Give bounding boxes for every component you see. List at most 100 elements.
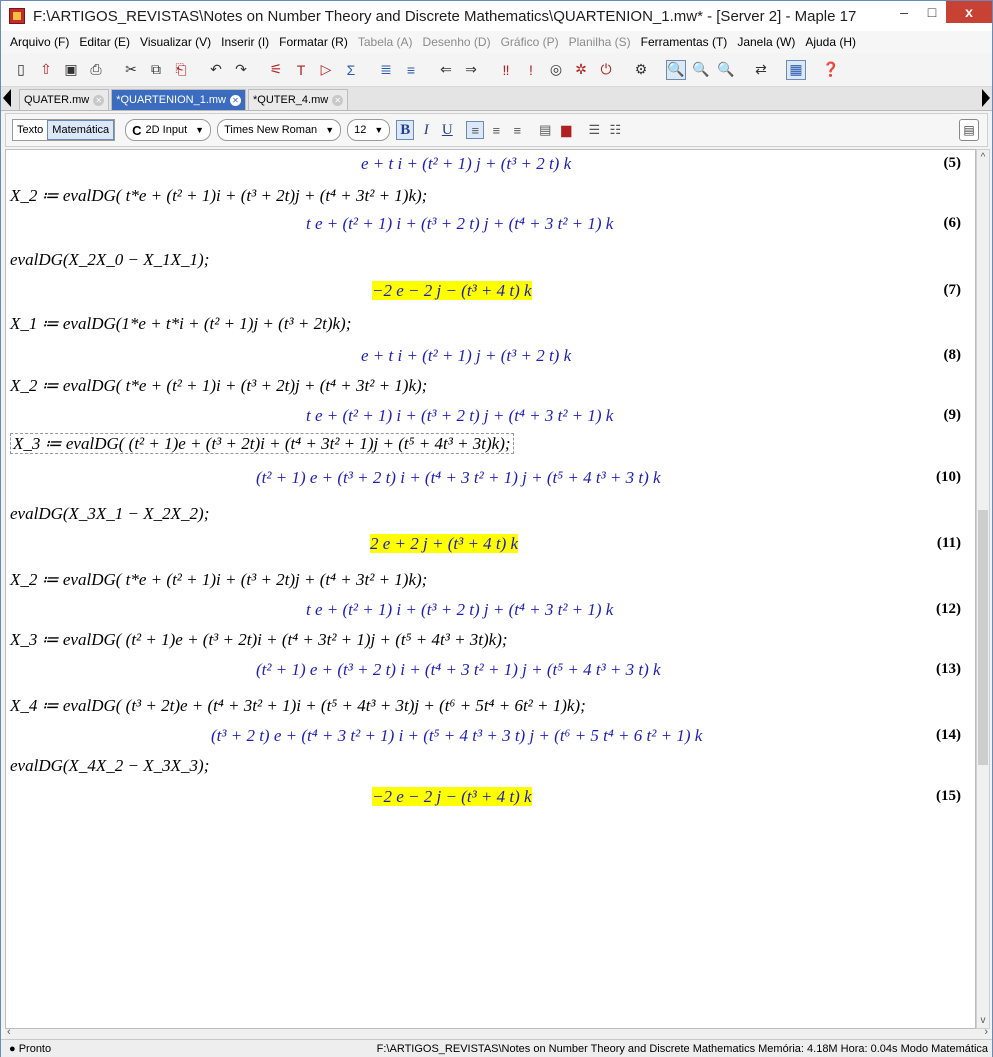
- undo-icon[interactable]: ↶: [206, 60, 226, 80]
- align-left-icon[interactable]: ≡: [466, 121, 485, 139]
- input-command[interactable]: X_4 ≔ evalDG( (t³ + 2t)e + (t⁴ + 3t² + 1…: [10, 694, 586, 718]
- output-text: 2 e + 2 j + (t³ + 4 t) k: [370, 534, 519, 553]
- zoom-150-icon[interactable]: 🔍: [691, 60, 711, 80]
- zoom-100-icon[interactable]: 🔍: [666, 59, 686, 80]
- underline-button[interactable]: U: [438, 120, 456, 140]
- document-tabs: QUATER.mw ✕ *QUARTENION_1.mw ✕ *QUTER_4.mw…: [1, 87, 992, 111]
- align-center-icon[interactable]: ≡: [487, 121, 505, 139]
- menu-janela[interactable]: Janela (W): [732, 35, 800, 49]
- menu-visualizar[interactable]: Visualizar (V): [135, 35, 216, 49]
- italic-button[interactable]: I: [417, 120, 435, 140]
- input-command[interactable]: evalDG(X_3X_1 − X_2X_2);: [10, 502, 209, 526]
- copy-icon[interactable]: ⧉: [146, 60, 166, 80]
- scroll-left-icon[interactable]: ‹: [7, 1026, 11, 1038]
- tab-label: *QUTER_4.mw: [253, 94, 329, 106]
- math-mode-button[interactable]: Matemática: [47, 120, 115, 140]
- equation-label: (10): [936, 469, 961, 485]
- output-text: (t³ + 2 t) e + (t⁴ + 3 t² + 1) i + (t⁵ +…: [211, 726, 703, 745]
- tab-close-icon[interactable]: ✕: [93, 94, 105, 106]
- scroll-down-icon[interactable]: v: [978, 1015, 988, 1026]
- input-command[interactable]: X_3 ≔ evalDG( (t² + 1)e + (t³ + 2t)i + (…: [10, 432, 514, 456]
- unsection-icon[interactable]: ≡: [401, 60, 421, 80]
- print-icon[interactable]: ⎙: [86, 60, 106, 80]
- maximize-button[interactable]: □: [918, 1, 946, 23]
- font-select[interactable]: Times New Roman ▼: [217, 119, 342, 141]
- tab-scroll-left-icon[interactable]: [3, 89, 11, 107]
- output-expression: (t² + 1) e + (t³ + 2 t) i + (t⁴ + 3 t² +…: [256, 658, 661, 682]
- menu-formatar[interactable]: Formatar (R): [274, 35, 353, 49]
- tab-quater[interactable]: QUATER.mw ✕: [19, 89, 110, 110]
- tab-quter-4[interactable]: *QUTER_4.mw ✕: [248, 89, 349, 110]
- text-math-toggle[interactable]: Texto Matemática: [12, 119, 116, 141]
- text-icon[interactable]: T: [291, 60, 311, 80]
- section-icon[interactable]: ≣: [376, 60, 396, 80]
- prompt-icon[interactable]: ▷: [316, 60, 336, 80]
- menu-ajuda[interactable]: Ajuda (H): [800, 35, 861, 49]
- input-mode-select[interactable]: C 2D Input ▼: [125, 119, 212, 141]
- forward-icon[interactable]: ⇒: [461, 60, 481, 80]
- math-input-icon[interactable]: ⚟: [266, 60, 286, 80]
- settings-icon[interactable]: ⚙: [631, 60, 651, 80]
- worksheet[interactable]: e + t i + (t² + 1) j + (t³ + 2 t) k (5) X_…: [5, 149, 976, 1029]
- output-expression: 2 e + 2 j + (t³ + 4 t) k: [370, 532, 519, 556]
- menu-planilha[interactable]: Planilha (S): [564, 35, 636, 49]
- menu-grafico[interactable]: Gráfico (P): [496, 35, 564, 49]
- minimize-button[interactable]: –: [890, 1, 918, 23]
- redo-icon[interactable]: ↷: [231, 60, 251, 80]
- highlight-icon[interactable]: ▆: [557, 121, 575, 139]
- input-text: X_2 ≔ evalDG( t*e + (t² + 1)i + (t³ + 2t…: [10, 376, 428, 395]
- execute-all-icon[interactable]: ‼: [496, 60, 516, 80]
- back-icon[interactable]: ⇐: [436, 60, 456, 80]
- text-mode-button[interactable]: Texto: [13, 120, 47, 140]
- cut-icon[interactable]: ✂: [121, 60, 141, 80]
- menu-arquivo[interactable]: Arquivo (F): [5, 35, 74, 49]
- tab-close-icon[interactable]: ✕: [230, 94, 242, 106]
- sigma-icon[interactable]: Σ: [341, 60, 361, 80]
- output-text: e + t i + (t² + 1) j + (t³ + 2 t) k: [361, 154, 572, 173]
- input-command[interactable]: evalDG(X_4X_2 − X_3X_3);: [10, 754, 209, 778]
- stop-icon[interactable]: ◎: [546, 60, 566, 80]
- zoom-200-icon[interactable]: 🔍: [716, 60, 736, 80]
- color-text-icon[interactable]: ▤: [536, 121, 554, 139]
- scroll-up-icon[interactable]: ^: [978, 152, 988, 163]
- bold-button[interactable]: B: [396, 120, 415, 140]
- scroll-right-icon[interactable]: ›: [984, 1026, 988, 1038]
- scroll-thumb[interactable]: [978, 510, 988, 765]
- restart-icon[interactable]: ⏻: [596, 60, 616, 80]
- align-right-icon[interactable]: ≡: [508, 121, 526, 139]
- menu-editar[interactable]: Editar (E): [74, 35, 135, 49]
- input-command[interactable]: X_2 ≔ evalDG( t*e + (t² + 1)i + (t³ + 2t…: [10, 184, 427, 208]
- save-icon[interactable]: ▣: [61, 60, 81, 80]
- input-command[interactable]: X_1 ≔ evalDG(1*e + t*i + (t² + 1)j + (t³…: [10, 312, 351, 336]
- help-icon[interactable]: ❓: [821, 60, 841, 80]
- paste-icon[interactable]: ⎗: [171, 60, 191, 80]
- tab-close-icon[interactable]: ✕: [332, 94, 344, 106]
- menu-desenho[interactable]: Desenho (D): [418, 35, 496, 49]
- input-command[interactable]: X_3 ≔ evalDG( (t² + 1)e + (t³ + 2t)i + (…: [10, 628, 508, 652]
- tab-quartenion-1[interactable]: *QUARTENION_1.mw ✕: [111, 89, 247, 110]
- debug-icon[interactable]: ✲: [571, 60, 591, 80]
- vertical-scrollbar[interactable]: ^ v: [976, 149, 990, 1029]
- toggle-icon[interactable]: ⇄: [751, 60, 771, 80]
- menu-inserir[interactable]: Inserir (I): [216, 35, 274, 49]
- menu-ferramentas[interactable]: Ferramentas (T): [636, 35, 733, 49]
- palette-icon[interactable]: ▦: [786, 59, 806, 80]
- execute-icon[interactable]: !: [521, 60, 541, 80]
- maple-window: F:\ARTIGOS_REVISTAS\Notes on Number Theo…: [0, 0, 993, 1057]
- font-size-select[interactable]: 12 ▼: [347, 119, 391, 141]
- input-text: X_2 ≔ evalDG( t*e + (t² + 1)i + (t³ + 2t…: [10, 570, 428, 589]
- input-command[interactable]: evalDG(X_2X_0 − X_1X_1);: [10, 248, 209, 272]
- horizontal-scrollbar[interactable]: ‹ ›: [5, 1026, 990, 1039]
- input-command[interactable]: X_2 ≔ evalDG( t*e + (t² + 1)i + (t³ + 2t…: [10, 568, 427, 592]
- new-document-icon[interactable]: ▯: [11, 60, 31, 80]
- input-command[interactable]: X_2 ≔ evalDG( t*e + (t² + 1)i + (t³ + 2t…: [10, 374, 427, 398]
- bullet-list-icon[interactable]: ☰: [585, 121, 603, 139]
- tab-scroll-right-icon[interactable]: [982, 89, 990, 107]
- equation-label: (11): [936, 535, 961, 551]
- open-icon[interactable]: ⇧: [36, 60, 56, 80]
- menu-tabela[interactable]: Tabela (A): [353, 35, 418, 49]
- document-properties-icon[interactable]: ▤: [959, 119, 979, 141]
- close-button[interactable]: x: [946, 1, 992, 23]
- input-text: X_3 ≔ evalDG( (t² + 1)e + (t³ + 2t)i + (…: [10, 433, 514, 454]
- numbered-list-icon[interactable]: ☷: [606, 121, 624, 139]
